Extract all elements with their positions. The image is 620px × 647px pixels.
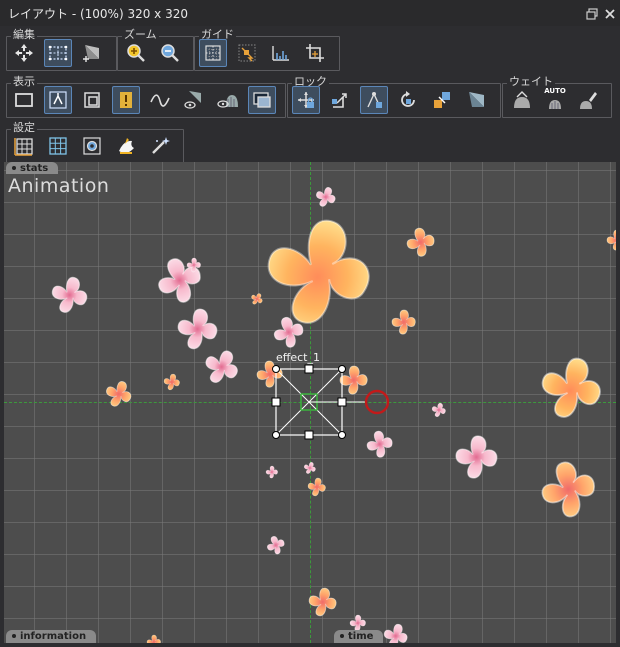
time-tab[interactable]: time [334,630,384,643]
rotation-handle[interactable] [364,389,390,415]
lock-bone-button[interactable] [360,86,388,114]
window-bottom-border [0,643,620,647]
display-curve-button[interactable] [146,86,174,114]
zoom-out-icon [161,44,179,62]
information-tab[interactable]: information [6,630,97,643]
grid-icon [49,137,67,155]
magic-wand-icon [152,137,170,154]
bounds-icon [84,92,100,108]
lock-scale-button[interactable] [326,86,354,114]
settings-magic-wand-button[interactable] [146,132,174,160]
weight-auto-button[interactable]: AUTO [541,86,569,114]
lock-mesh-button[interactable] [462,86,490,114]
guide-grid-button[interactable] [199,39,227,67]
layer-overlay-icon [253,92,271,108]
onion-skin-icon [119,138,134,154]
display-layer-button[interactable] [248,86,276,114]
display-weight-visibility-button[interactable] [214,86,242,114]
lock-rotate-icon [401,91,415,107]
settings-canvas-size-button[interactable] [10,132,38,160]
corner-handle-bottom-right[interactable] [338,431,346,439]
guide-group: ガイド [194,28,340,71]
display-pivot-button[interactable] [44,86,72,114]
corner-handle-bottom-left[interactable] [272,431,280,439]
display-bounds-button[interactable] [78,86,106,114]
selection-gizmo[interactable] [4,162,616,643]
edge-handle-bottom[interactable] [304,430,314,440]
toolbar-area: 編集 ズーム ガイド 表示 ロック ウェイト AUTO 設定 [0,26,620,164]
stats-tab[interactable]: stats [6,162,59,174]
settings-guide-config-button[interactable] [78,132,106,160]
weight-brush-icon [580,92,597,109]
curve-icon [150,94,170,107]
lock-transform-button[interactable] [428,86,456,114]
pivot-icon [49,91,67,109]
float-window-icon[interactable] [585,6,599,20]
lock-transform-icon [434,92,450,108]
display-warning-button[interactable] [112,86,140,114]
display-bone-visibility-button[interactable] [180,86,208,114]
display-group: 表示 [6,75,286,118]
zoom-group: ズーム [117,28,194,71]
ruler-icon [272,46,289,61]
window-titlebar: レイアウト - (100%) 320 x 320 [0,0,620,27]
zoom-in-icon [127,44,145,62]
move-arrows-icon [15,44,33,62]
corner-handle-top-left[interactable] [272,365,280,373]
edit-group: 編集 [6,28,117,71]
guide-crop-button[interactable] [301,39,329,67]
move-tool-button[interactable] [10,39,38,67]
zoom-out-button[interactable] [156,39,184,67]
corner-handle-top-right[interactable] [338,365,346,373]
settings-group: 設定 [6,121,184,164]
bone-add-icon [83,45,99,62]
warning-icon [120,92,132,108]
canvas-size-icon [14,138,33,156]
lock-group: ロック [287,75,501,118]
edge-handle-right[interactable] [337,397,347,407]
weight-group: ウェイト AUTO [502,75,612,118]
lock-scale-icon [332,93,347,108]
weight-bind-button[interactable] [508,86,536,114]
zoom-in-button[interactable] [122,39,150,67]
frame-icon [15,93,33,107]
display-frame-button[interactable] [10,86,38,114]
snap-guide-icon [238,44,256,62]
lock-move-icon [298,92,314,108]
edge-handle-top[interactable] [304,364,314,374]
lock-bone-icon [367,92,382,108]
edge-handle-left[interactable] [271,397,281,407]
selected-object-label: effect_1 [276,351,320,364]
eye-weight-icon [217,95,238,108]
settings-grid-button[interactable] [44,132,72,160]
guide-ruler-button[interactable] [267,39,295,67]
animation-overlay-title: Animation [8,175,110,197]
close-icon[interactable] [603,6,617,20]
window-title: レイアウト - (100%) 320 x 320 [8,7,188,21]
mesh-icon [48,45,68,61]
layout-canvas[interactable]: effect_1 Animation stats information tim… [4,162,616,643]
lock-mesh-icon [469,92,484,107]
mesh-edit-button[interactable] [44,39,72,67]
grid-guide-icon [205,45,221,61]
add-bone-button[interactable] [78,39,106,67]
weight-bind-icon [514,91,530,108]
gear-grid-icon [83,137,101,155]
guide-snap-button[interactable] [233,39,261,67]
crop-frame-icon [306,44,324,62]
lock-rotate-button[interactable] [394,86,422,114]
eye-bone-icon [184,91,201,109]
settings-onion-skin-button[interactable] [112,132,140,160]
weight-paint-button[interactable] [575,86,603,114]
lock-move-button[interactable] [292,86,320,114]
weight-auto-label: AUTO [544,87,566,95]
